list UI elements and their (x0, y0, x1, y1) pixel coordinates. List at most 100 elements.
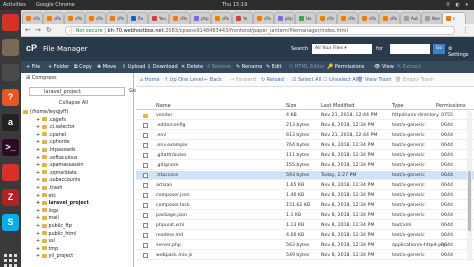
nav-button-view-trash[interactable]: 🗑 View Trash (357, 77, 392, 83)
tree-item[interactable]: + .softaculous (36, 155, 77, 162)
browser-tab[interactable]: You (148, 12, 169, 24)
tree-item[interactable]: + mail (36, 215, 59, 222)
menu-kebab-icon[interactable]: ⋮ (462, 26, 469, 34)
toolbar-button-rename[interactable]: ✎ Rename (236, 64, 262, 70)
browser-tab[interactable]: cPa (85, 12, 106, 24)
reload-icon[interactable]: ↻ (46, 26, 52, 34)
nav-button-back[interactable]: ← Back (204, 77, 222, 83)
forward-arrow-icon[interactable]: → (35, 26, 41, 34)
scrollbar-thumb[interactable] (468, 171, 471, 231)
browser-tab[interactable]: cPa (211, 12, 232, 24)
column-last-modified[interactable]: Last Modified (321, 103, 354, 109)
filezilla-icon[interactable]: Z (2, 189, 19, 206)
info-icon[interactable]: ⓘ (69, 28, 74, 34)
toolbar-button-download[interactable]: ⇩ Download (147, 64, 178, 70)
clock[interactable]: Thu 15:19 (222, 2, 247, 8)
tree-item[interactable]: + ssl (36, 238, 55, 245)
compress-button[interactable]: ⊞ Compress (26, 75, 57, 81)
tree-item[interactable]: + .spamassassin (36, 162, 83, 169)
show-apps-icon[interactable] (4, 254, 17, 267)
tree-item[interactable]: + yii_project (36, 253, 73, 260)
collapse-all-button[interactable]: Collapse All (59, 100, 88, 106)
expand-icon[interactable]: + (36, 140, 42, 145)
browser-tab[interactable]: cPa (64, 12, 85, 24)
table-row[interactable]: composer.lock 151.62 KB Nov 8, 2018, 12:34… (136, 201, 474, 210)
table-row[interactable]: .editorconfig 213 bytes Nov 8, 2018, 12:34… (136, 121, 474, 130)
expand-icon[interactable]: + (36, 148, 42, 153)
tree-item[interactable]: + tmp (36, 246, 58, 253)
browser-tab[interactable]: Ho (295, 12, 316, 24)
settings-button[interactable]: ⚙ Settings (448, 46, 474, 58)
back-arrow-icon[interactable]: ← (25, 26, 31, 34)
toolbar-button-copy[interactable]: ⧉ Copy (74, 64, 92, 70)
toolbar-button-file[interactable]: + File (26, 64, 40, 70)
table-row[interactable]: .env 613 bytes Nov 21, 2018, 12:44 PM text/… (136, 131, 474, 140)
tree-item[interactable]: + .trash (36, 185, 62, 192)
browser-tab[interactable]: php (274, 12, 295, 24)
browser-tab[interactable]: cPa (43, 12, 64, 24)
chrome-icon[interactable] (2, 14, 19, 31)
browser-tab[interactable]: cPa (379, 12, 400, 24)
tree-item[interactable]: (/home/leyqjyff) (23, 109, 68, 116)
nav-button-home[interactable]: ⌂ Home (140, 77, 160, 83)
table-row[interactable]: readme.md 4.06 KB Nov 8, 2018, 12:34 PM tex… (136, 231, 474, 240)
tree-item[interactable]: + etc (36, 193, 56, 200)
toolbar-button-permissions[interactable]: 🔑 Permissions (327, 64, 364, 70)
tree-item[interactable]: + .cl.selector (36, 124, 75, 131)
nav-button-up-one-level[interactable]: ↑ Up One Level (164, 77, 203, 83)
browser-tab[interactable]: Yo (232, 12, 253, 24)
expand-icon[interactable]: + (36, 156, 42, 161)
expand-icon[interactable]: + (36, 133, 42, 138)
tree-item[interactable]: + .cphorde (36, 139, 70, 146)
table-row[interactable]: phpunit.xml 1.13 KB Nov 8, 2018, 12:34 PM t… (136, 221, 474, 230)
toolbar-button-upload[interactable]: ⇪ Upload (122, 64, 145, 70)
files-icon[interactable] (2, 39, 19, 56)
tree-item[interactable]: + .htpasswds (36, 147, 75, 154)
tree-item[interactable]: + laravel_project (36, 200, 89, 207)
nav-button-unselect-all[interactable]: ☐ Unselect All (323, 77, 359, 83)
toolbar-button-edit[interactable]: ✎ Edit (266, 64, 281, 70)
browser-tab[interactable]: cPa (337, 12, 358, 24)
tree-item[interactable]: + logs (36, 208, 58, 215)
expand-icon[interactable]: + (36, 216, 42, 221)
amazon-icon[interactable]: a (2, 114, 19, 131)
expand-icon[interactable]: + (36, 232, 42, 237)
table-row[interactable]: package.json 1.1 KB Nov 8, 2018, 12:34 PM t… (136, 211, 474, 220)
browser-tab-active[interactable]: c (442, 12, 466, 24)
search-input[interactable] (390, 44, 430, 54)
search-scope-select[interactable]: All Your Files ▾ (312, 44, 372, 54)
nav-button-reload[interactable]: ↻ Reload (261, 77, 284, 83)
toolbar-button-view[interactable]: 👁 View (374, 64, 394, 70)
app-menu[interactable]: Google Chrome (36, 2, 75, 8)
browser-tab[interactable]: Re (127, 12, 148, 24)
table-row[interactable]: vendor 4 KB Nov 21, 2018, 12:44 PM httpd/un… (136, 111, 474, 120)
activities-button[interactable]: Activities (3, 2, 26, 8)
system-tray-icons[interactable]: ⚲ ◐ ▾ (446, 2, 470, 8)
tree-item[interactable]: + public_html (36, 231, 76, 238)
column-permissions[interactable]: Permissions (436, 103, 466, 109)
tree-item[interactable]: + .cpanel (36, 132, 66, 139)
expand-icon[interactable]: + (36, 186, 42, 191)
column-type[interactable]: Type (392, 103, 403, 109)
expand-icon[interactable]: + (36, 178, 42, 183)
browser-tab[interactable]: cPa (169, 12, 190, 24)
table-row[interactable]: .gitattributes 111 bytes Nov 8, 2018, 12:3… (136, 151, 474, 160)
expand-icon[interactable]: + (36, 125, 42, 130)
toolbar-button-folder[interactable]: + Folder (48, 64, 69, 70)
browser-tab[interactable]: Nev (421, 12, 442, 24)
browser-tab[interactable]: php (190, 12, 211, 24)
table-row[interactable]: webpack.mix.js 549 bytes Nov 8, 2018, 12:3… (136, 251, 474, 260)
text-editor-icon[interactable] (2, 64, 19, 81)
expand-icon[interactable]: + (36, 247, 42, 252)
expand-icon[interactable]: + (36, 201, 42, 206)
browser-tab[interactable]: cPa (316, 12, 337, 24)
address-bar[interactable]: ⓘ Not secure | bh-70.webhostbox.net:2083… (65, 26, 455, 35)
tree-item[interactable]: + public_ftp (36, 223, 72, 230)
table-row[interactable]: .env.example 764 bytes Nov 8, 2018, 12:34 … (136, 141, 474, 150)
expand-icon[interactable]: + (36, 224, 42, 229)
table-row[interactable]: composer.json 1.46 KB Nov 8, 2018, 12:34 P… (136, 191, 474, 200)
search-go-button[interactable]: Go (433, 44, 445, 54)
browser-tab[interactable]: cPa (22, 12, 43, 24)
path-input[interactable]: laravel_project (29, 87, 125, 96)
expand-icon[interactable]: + (36, 239, 42, 244)
